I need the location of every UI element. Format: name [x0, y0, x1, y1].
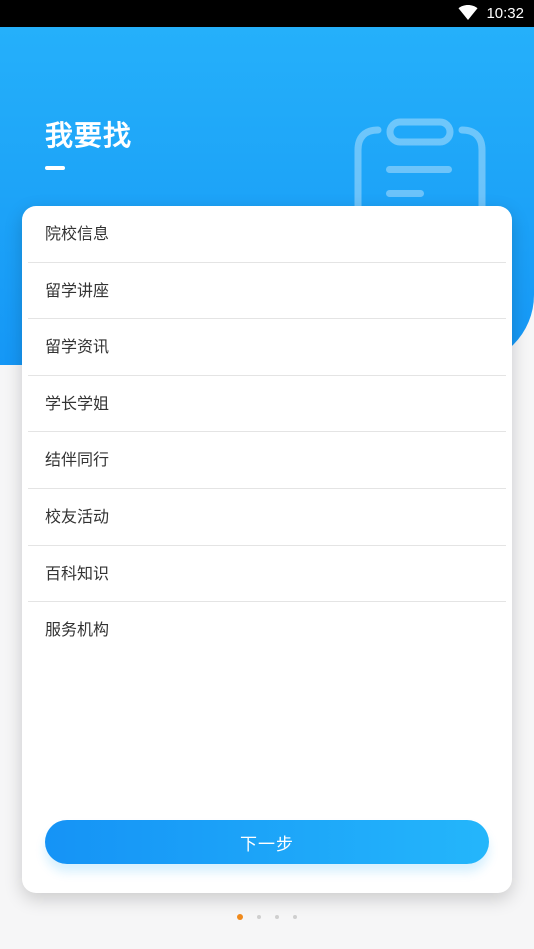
status-time: 10:32: [486, 5, 524, 22]
list-item-service-agencies[interactable]: 服务机构: [22, 602, 512, 659]
list-item-encyclopedia[interactable]: 百科知识: [22, 546, 512, 603]
status-bar: 10:32: [0, 0, 534, 27]
list-item-seniors[interactable]: 学长学姐: [22, 376, 512, 433]
page-dot: [293, 915, 297, 919]
category-list: 院校信息 留学讲座 留学资讯 学长学姐 结伴同行 校友活动 百科知识 服务机构: [22, 206, 512, 659]
page-dot: [275, 915, 279, 919]
list-item-study-abroad-news[interactable]: 留学资讯: [22, 319, 512, 376]
page-dot-active: [237, 914, 243, 920]
title-underline: [45, 166, 65, 170]
page-indicator: [0, 914, 534, 922]
list-item-school-info[interactable]: 院校信息: [22, 206, 512, 263]
list-item-study-abroad-lecture[interactable]: 留学讲座: [22, 263, 512, 320]
list-item-alumni-events[interactable]: 校友活动: [22, 489, 512, 546]
selection-card: 院校信息 留学讲座 留学资讯 学长学姐 结伴同行 校友活动 百科知识 服务机构 …: [22, 206, 512, 893]
page-dot: [257, 915, 261, 919]
next-button[interactable]: 下一步: [45, 820, 489, 864]
list-item-travel-companions[interactable]: 结伴同行: [22, 432, 512, 489]
page-title: 我要找: [45, 119, 133, 152]
wifi-icon: [458, 5, 478, 20]
onboarding-screen: 10:32 我要找 院校信息 留学讲座 留学资讯 学长学姐 结伴同行 校友活动 …: [0, 0, 534, 949]
